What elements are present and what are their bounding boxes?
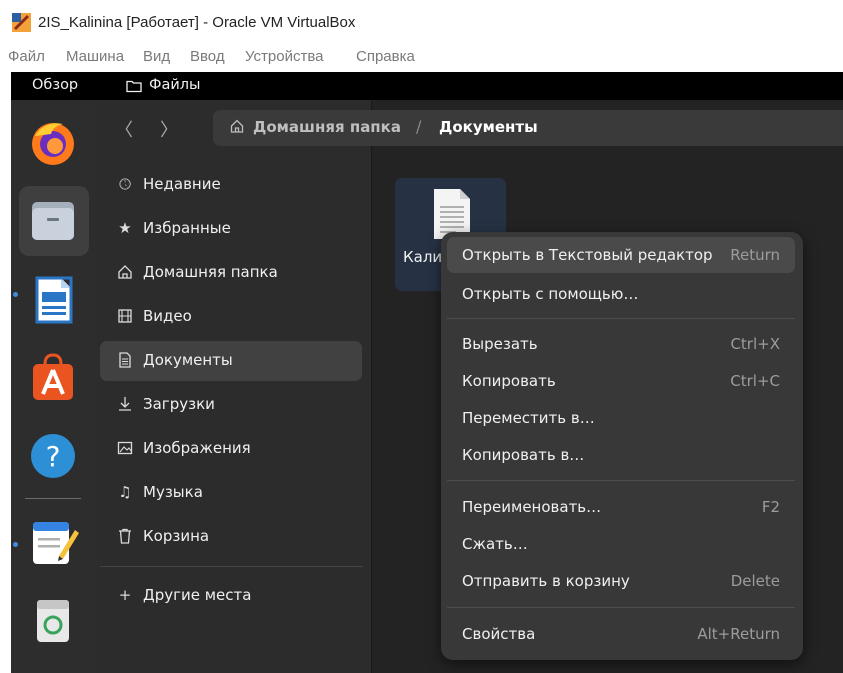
menu-item-open-with[interactable]: Открыть с помощью… xyxy=(447,276,795,312)
app-menu-files[interactable]: Файлы xyxy=(149,77,201,93)
back-button[interactable]: 〈 xyxy=(115,116,133,142)
sidebar-item-recent[interactable]: 🕔︎ Недавние xyxy=(100,165,362,205)
sidebar-item-label: Недавние xyxy=(143,175,221,193)
menu-item-shortcut: Alt+Return xyxy=(697,625,780,643)
menu-item-compress[interactable]: Сжать… xyxy=(447,526,795,562)
sidebar-item-label: Музыка xyxy=(143,483,203,501)
menu-item-shortcut: Ctrl+C xyxy=(730,372,780,390)
menu-item-move-to-trash[interactable]: Отправить в корзину Delete xyxy=(447,563,795,599)
dock-separator xyxy=(25,498,81,499)
writer-icon[interactable] xyxy=(25,272,81,328)
guest-screen: Обзор Файлы ? 〈 〉 🕔︎ Недавние ★ Избранны… xyxy=(11,72,843,673)
running-indicator xyxy=(13,292,18,297)
sidebar-item-pictures[interactable]: Изображения xyxy=(100,429,362,469)
menu-item-label: Сжать… xyxy=(462,535,528,553)
window-title: 2IS_Kalinina [Работает] - Oracle VM Virt… xyxy=(38,14,356,31)
context-menu: Открыть в Текстовый редактор Return Откр… xyxy=(441,232,803,660)
menu-help[interactable]: Справка xyxy=(356,48,415,65)
menu-item-properties[interactable]: Свойства Alt+Return xyxy=(447,616,795,652)
firefox-icon[interactable] xyxy=(25,114,81,170)
menu-item-shortcut: Ctrl+X xyxy=(730,335,780,353)
menu-separator xyxy=(447,318,795,319)
menu-devices[interactable]: Устройства xyxy=(245,48,323,65)
menu-item-label: Отправить в корзину xyxy=(462,572,630,590)
menu-item-label: Копировать в… xyxy=(462,446,585,464)
menu-item-shortcut: Return xyxy=(730,246,780,264)
sidebar-item-label: Корзина xyxy=(143,527,210,545)
star-icon: ★ xyxy=(118,219,132,237)
home-icon xyxy=(230,119,244,133)
running-indicator xyxy=(13,542,18,547)
film-icon xyxy=(118,309,132,323)
plus-icon: + xyxy=(118,586,132,604)
music-icon: ♫ xyxy=(118,483,132,501)
sidebar-item-home[interactable]: Домашняя папка xyxy=(100,253,362,293)
menu-file[interactable]: Файл xyxy=(8,48,45,65)
sidebar-item-label: Документы xyxy=(143,351,233,369)
gnome-top-bar: Обзор Файлы xyxy=(11,72,843,100)
menu-machine[interactable]: Машина xyxy=(66,48,124,65)
sidebar-item-label: Видео xyxy=(143,307,192,325)
home-icon xyxy=(118,265,132,279)
window-titlebar: 2IS_Kalinina [Работает] - Oracle VM Virt… xyxy=(0,0,843,44)
sidebar-item-documents[interactable]: Документы xyxy=(100,341,362,381)
breadcrumb: Домашняя папка / Документы xyxy=(213,110,843,146)
menu-separator xyxy=(447,480,795,481)
app-center-icon[interactable] xyxy=(25,350,81,406)
virtualbox-menubar: Файл Машина Вид Ввод Устройства Справка xyxy=(0,44,843,72)
menu-item-label: Свойства xyxy=(462,625,536,643)
files-icon[interactable] xyxy=(25,192,81,248)
files-sidebar: 〈 〉 🕔︎ Недавние ★ Избранные Домашняя пап… xyxy=(98,100,371,673)
breadcrumb-current[interactable]: Документы xyxy=(439,118,538,136)
clock-icon: 🕔︎ xyxy=(119,175,131,193)
sidebar-item-videos[interactable]: Видео xyxy=(100,297,362,337)
trash-icon xyxy=(119,528,131,544)
sidebar-item-label: Загрузки xyxy=(143,395,215,413)
menu-item-label: Вырезать xyxy=(462,335,538,353)
sidebar-item-label: Другие места xyxy=(143,586,252,604)
sidebar-item-label: Избранные xyxy=(143,219,231,237)
menu-item-shortcut: F2 xyxy=(761,498,780,516)
menu-item-shortcut: Delete xyxy=(730,572,780,590)
sidebar-separator xyxy=(100,566,363,567)
sidebar-item-label: Домашняя папка xyxy=(143,263,278,281)
text-editor-icon[interactable] xyxy=(25,512,81,568)
menu-separator xyxy=(447,607,795,608)
document-icon xyxy=(119,352,131,368)
forward-button[interactable]: 〉 xyxy=(160,116,178,142)
menu-item-label: Копировать xyxy=(462,372,556,390)
image-icon xyxy=(117,441,133,455)
sidebar-item-starred[interactable]: ★ Избранные xyxy=(100,209,362,249)
virtualbox-logo-icon xyxy=(12,13,31,32)
menu-item-label: Открыть в Текстовый редактор xyxy=(462,246,713,264)
menu-item-cut[interactable]: Вырезать Ctrl+X xyxy=(447,326,795,362)
menu-item-rename[interactable]: Переименовать… F2 xyxy=(447,489,795,525)
menu-item-label: Переместить в… xyxy=(462,409,595,427)
menu-item-move-to[interactable]: Переместить в… xyxy=(447,400,795,436)
breadcrumb-home[interactable]: Домашняя папка xyxy=(253,118,401,136)
menu-item-label: Переименовать… xyxy=(462,498,602,516)
menu-item-copy-to[interactable]: Копировать в… xyxy=(447,437,795,473)
sidebar-item-trash[interactable]: Корзина xyxy=(100,517,362,557)
dock: ? xyxy=(11,100,98,673)
menu-item-open-text-editor[interactable]: Открыть в Текстовый редактор Return xyxy=(447,237,795,273)
menu-view[interactable]: Вид xyxy=(143,48,170,65)
sidebar-item-downloads[interactable]: Загрузки xyxy=(100,385,362,425)
sidebar-item-other-locations[interactable]: + Другие места xyxy=(100,576,362,616)
menu-item-copy[interactable]: Копировать Ctrl+C xyxy=(447,363,795,399)
sidebar-item-music[interactable]: ♫ Музыка xyxy=(100,473,362,513)
trash-icon[interactable] xyxy=(25,592,81,648)
menu-input[interactable]: Ввод xyxy=(190,48,225,65)
activities-button[interactable]: Обзор xyxy=(32,77,78,93)
svg-text:?: ? xyxy=(46,440,61,473)
folder-outline-icon xyxy=(126,80,142,93)
menu-item-label: Открыть с помощью… xyxy=(462,285,639,303)
download-icon xyxy=(119,397,131,411)
file-name: Кали xyxy=(403,248,443,266)
breadcrumb-separator: / xyxy=(416,117,422,136)
sidebar-item-label: Изображения xyxy=(143,439,251,457)
help-icon[interactable]: ? xyxy=(25,428,81,484)
